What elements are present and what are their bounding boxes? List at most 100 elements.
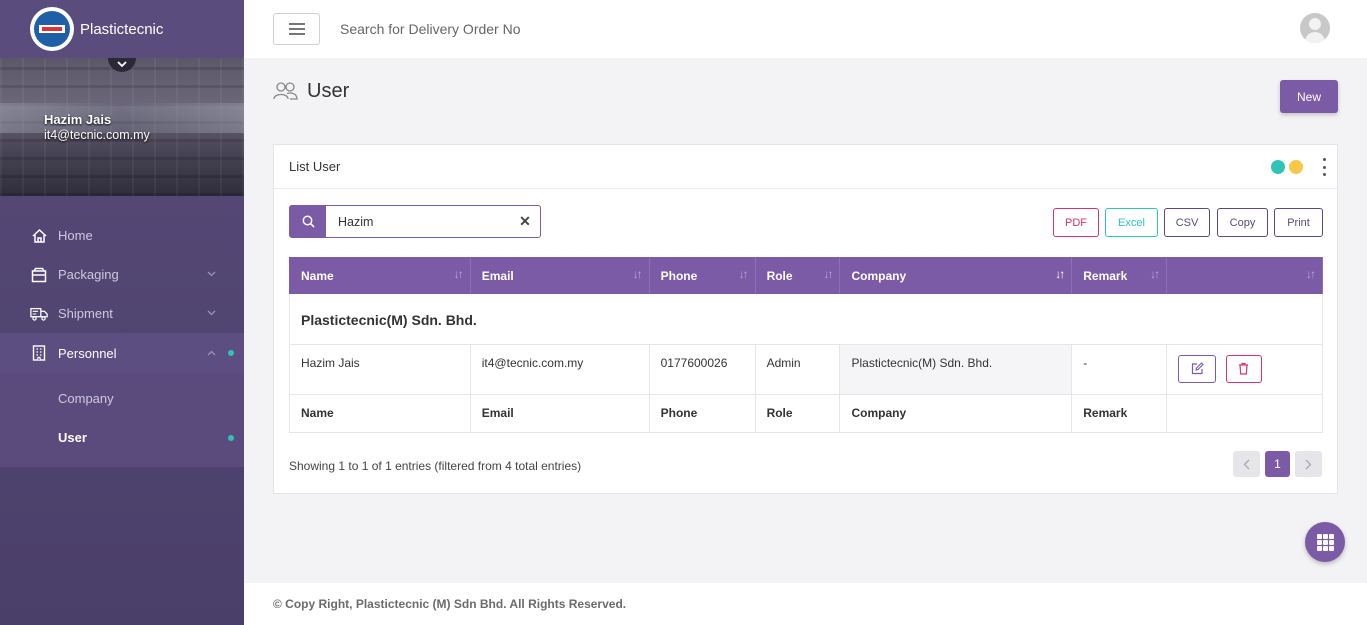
table-search-input[interactable] bbox=[326, 206, 510, 237]
delete-button[interactable] bbox=[1225, 354, 1262, 383]
cell-email: it4@tecnic.com.my bbox=[470, 344, 650, 395]
sidebar-item-label: User bbox=[58, 430, 87, 445]
card-header: List User bbox=[274, 145, 1337, 189]
avatar[interactable] bbox=[1300, 13, 1330, 43]
sort-icon: ↓↑ bbox=[1150, 267, 1160, 281]
sidebar-item-label: Personnel bbox=[58, 345, 117, 361]
print-button[interactable]: Print bbox=[1274, 208, 1323, 237]
chevron-right-icon bbox=[1305, 459, 1312, 469]
previous-page-button[interactable] bbox=[1233, 451, 1260, 477]
sort-icon: ↓↑ bbox=[453, 267, 464, 281]
column-header-email[interactable]: Email ↓↑ bbox=[470, 257, 650, 294]
refresh-dot[interactable] bbox=[1271, 160, 1285, 174]
footer-company: Company bbox=[839, 394, 1073, 433]
sidebar-item-label: Company bbox=[58, 391, 114, 406]
footer-actions bbox=[1166, 394, 1323, 433]
cell-phone: 0177600026 bbox=[649, 344, 756, 395]
table-footer-row: Name Email Phone Role Company Remark bbox=[289, 394, 1323, 433]
copyright-text: © Copy Right, Plastictecnic (M) Sdn Bhd.… bbox=[273, 597, 627, 611]
page-title: User bbox=[273, 80, 349, 103]
card-title: List User bbox=[289, 159, 341, 174]
sidebar: Plastictecnic Hazim Jais it4@tecnic.com.… bbox=[0, 0, 244, 625]
footer-email: Email bbox=[470, 394, 650, 433]
sort-icon: ↓↑ bbox=[823, 267, 833, 281]
footer-remark: Remark bbox=[1071, 394, 1168, 433]
export-csv-button[interactable]: CSV bbox=[1164, 208, 1210, 237]
cell-company: Plastictecnic(M) Sdn. Bhd. bbox=[839, 344, 1073, 395]
edit-icon bbox=[1191, 362, 1204, 375]
chevron-up-icon bbox=[207, 348, 216, 359]
active-indicator bbox=[228, 350, 234, 356]
cell-name: Hazim Jais bbox=[289, 344, 471, 395]
brand-logo bbox=[30, 7, 74, 51]
chevron-down-icon bbox=[207, 269, 216, 280]
sidebar-item-label: Home bbox=[58, 228, 93, 243]
sidebar-item-company[interactable]: Company bbox=[0, 379, 244, 418]
export-excel-button[interactable]: Excel bbox=[1105, 208, 1158, 237]
column-header-company[interactable]: Company ↓↑ bbox=[839, 257, 1073, 294]
footer-name: Name bbox=[289, 394, 471, 433]
sidebar-item-label: Shipment bbox=[58, 306, 113, 321]
grid-icon bbox=[1316, 533, 1334, 551]
user-panel: Hazim Jais it4@tecnic.com.my bbox=[0, 58, 244, 196]
table-header-row: Name ↓↑ Email ↓↑ Phone ↓↑ Role ↓↑ Company ↓↑ … bbox=[289, 257, 1323, 294]
more-vertical-icon[interactable] bbox=[1323, 158, 1327, 176]
building-icon bbox=[30, 344, 48, 362]
brand[interactable]: Plastictecnic bbox=[0, 0, 244, 58]
column-header-role[interactable]: Role ↓↑ bbox=[755, 257, 841, 294]
new-button[interactable]: New bbox=[1280, 80, 1338, 113]
sidebar-item-personnel[interactable]: Personnel bbox=[0, 333, 244, 373]
page-footer: © Copy Right, Plastictecnic (M) Sdn Bhd.… bbox=[244, 583, 1367, 625]
next-page-button[interactable] bbox=[1295, 451, 1322, 477]
users-icon bbox=[273, 81, 299, 103]
group-row: Plastictecnic(M) Sdn. Bhd. bbox=[289, 294, 1323, 345]
export-pdf-button[interactable]: PDF bbox=[1053, 208, 1099, 237]
page-title-text: User bbox=[307, 80, 350, 102]
menu-toggle-button[interactable] bbox=[273, 13, 320, 45]
table-row: Hazim Jais it4@tecnic.com.my 0177600026 … bbox=[289, 344, 1323, 395]
sort-icon: ↓↑ bbox=[1306, 267, 1316, 281]
minimize-dot[interactable] bbox=[1289, 160, 1303, 174]
trash-icon bbox=[1239, 362, 1248, 375]
search-icon[interactable] bbox=[290, 206, 326, 237]
personnel-submenu: Company User bbox=[0, 373, 244, 467]
home-icon bbox=[30, 227, 48, 245]
column-header-remark[interactable]: Remark ↓↑ bbox=[1071, 257, 1168, 294]
page-1-button[interactable]: 1 bbox=[1265, 451, 1290, 477]
chevron-down-icon[interactable] bbox=[108, 58, 136, 72]
table-info: Showing 1 to 1 of 1 entries (filtered fr… bbox=[289, 459, 582, 473]
sidebar-item-label: Packaging bbox=[58, 267, 119, 282]
column-header-name[interactable]: Name ↓↑ bbox=[289, 257, 471, 294]
list-user-card: List User ✕ PDF Excel CSV Copy Print Nam… bbox=[273, 144, 1338, 494]
user-name: Hazim Jais bbox=[44, 112, 112, 127]
sort-asc-icon: ↓↑ bbox=[1055, 267, 1065, 281]
clear-icon[interactable]: ✕ bbox=[510, 206, 540, 237]
sidebar-item-home[interactable]: Home bbox=[0, 216, 244, 255]
sort-icon: ↓↑ bbox=[738, 267, 749, 281]
column-header-actions[interactable]: ↓↑ bbox=[1166, 257, 1323, 294]
column-header-phone[interactable]: Phone ↓↑ bbox=[649, 257, 756, 294]
sidebar-nav: Home Packaging Shipment Personnel Compan… bbox=[0, 196, 244, 467]
chevron-down-icon bbox=[207, 308, 216, 319]
footer-phone: Phone bbox=[649, 394, 756, 433]
brand-name: Plastictecnic bbox=[80, 20, 164, 38]
topbar bbox=[244, 0, 1367, 58]
copy-button[interactable]: Copy bbox=[1217, 208, 1268, 237]
edit-button[interactable] bbox=[1178, 354, 1217, 383]
apps-grid-button[interactable] bbox=[1305, 522, 1345, 562]
group-label: Plastictecnic(M) Sdn. Bhd. bbox=[289, 294, 1323, 345]
footer-role: Role bbox=[755, 394, 841, 433]
sort-icon: ↓↑ bbox=[632, 267, 643, 281]
active-indicator bbox=[228, 434, 234, 441]
users-table: Name ↓↑ Email ↓↑ Phone ↓↑ Role ↓↑ Company ↓↑ … bbox=[289, 257, 1323, 433]
sidebar-item-packaging[interactable]: Packaging bbox=[0, 255, 244, 294]
chevron-left-icon bbox=[1243, 459, 1250, 469]
box-icon bbox=[30, 266, 48, 284]
delivery-order-search-input[interactable] bbox=[340, 21, 740, 37]
sidebar-item-user[interactable]: User bbox=[0, 418, 244, 457]
cell-remark: - bbox=[1071, 344, 1168, 395]
truck-icon bbox=[30, 305, 48, 323]
user-email: it4@tecnic.com.my bbox=[44, 128, 150, 142]
sidebar-item-shipment[interactable]: Shipment bbox=[0, 294, 244, 333]
cell-role: Admin bbox=[755, 344, 841, 395]
